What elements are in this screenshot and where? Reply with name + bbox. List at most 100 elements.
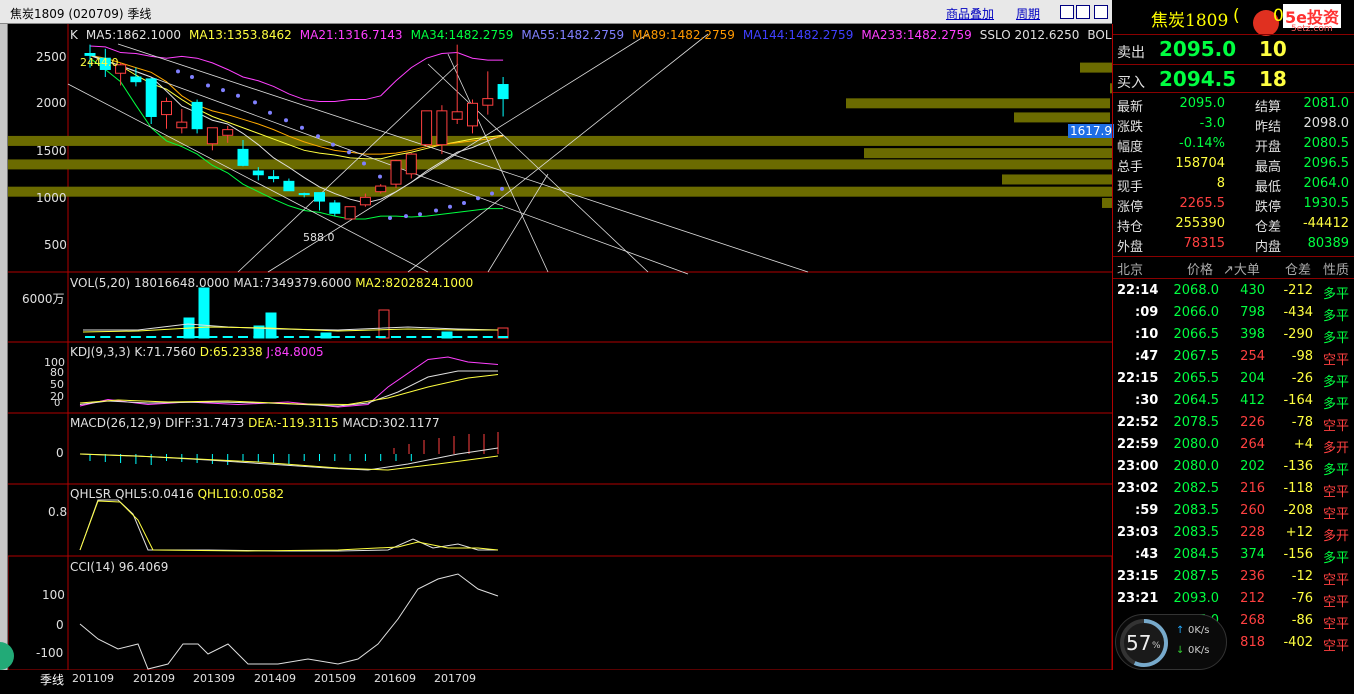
- tick-row[interactable]: :43 2084.5 374 -156 多平: [1113, 544, 1354, 566]
- divider: [1113, 256, 1354, 257]
- kdj-k: K:71.7560: [134, 345, 196, 359]
- download-speed: 0K/s: [1188, 645, 1210, 656]
- tick-volume: 798: [1240, 305, 1265, 320]
- candle-body: [467, 102, 478, 127]
- quote-value: 78315: [1183, 236, 1225, 251]
- buy-row: 买入 2094.5 18: [1113, 66, 1354, 94]
- cci-line: [79, 573, 499, 670]
- kdj-d-line: [79, 374, 499, 406]
- tick-type: 空平: [1322, 485, 1349, 500]
- volume-profile-bar: [1002, 174, 1112, 185]
- tick-row[interactable]: 22:59 2080.0 264 +4 多开: [1113, 434, 1354, 456]
- vol-axis-label: 6000万: [22, 292, 65, 306]
- tick-type: 空平: [1322, 639, 1349, 654]
- cci-axis-label: 100: [42, 588, 65, 602]
- tick-row[interactable]: 23:00 2080.0 202 -136 多平: [1113, 456, 1354, 478]
- tick-price: 2082.5: [1173, 481, 1220, 496]
- tick-price: 2066.5: [1173, 327, 1220, 342]
- tick-price: 2084.5: [1173, 547, 1220, 562]
- main-indicator-1: MA5:1862.1000: [85, 28, 182, 42]
- cci-value: 96.4069: [118, 560, 169, 574]
- period-label[interactable]: 季线: [40, 671, 64, 688]
- period-menu-link[interactable]: 周期: [1016, 5, 1040, 22]
- download-arrow-icon: ↓: [1176, 645, 1185, 656]
- yaxis-label: 1000: [36, 191, 67, 205]
- tick-row[interactable]: :10 2066.5 398 -290 多平: [1113, 324, 1354, 346]
- tick-row[interactable]: 22:14 2068.0 430 -212 多平: [1113, 280, 1354, 302]
- vol-ma1: MA1:7349379.6000: [233, 276, 352, 290]
- volume-profile-bar: [1080, 62, 1112, 73]
- tick-row[interactable]: 23:15 2087.5 236 -12 空平: [1113, 566, 1354, 588]
- tick-price: 2083.5: [1173, 503, 1220, 518]
- sar-dot: [268, 110, 272, 115]
- sar-dot: [190, 75, 194, 79]
- quote-value: 80389: [1307, 236, 1349, 251]
- tick-row[interactable]: 22:52 2078.5 226 -78 空平: [1113, 412, 1354, 434]
- tick-row[interactable]: :59 2083.5 260 -208 空平: [1113, 500, 1354, 522]
- candle-body: [451, 111, 463, 120]
- tick-list[interactable]: 22:14 2068.0 430 -212 多平:09 2066.0 798 -434 多平:1…: [1113, 280, 1354, 670]
- candle-body: [405, 153, 417, 175]
- tick-oi-change: +12: [1285, 525, 1313, 540]
- sar-dot: [331, 142, 335, 147]
- instrument-title: 焦炭1809: [1151, 11, 1229, 31]
- volume-bar-small: [207, 336, 218, 338]
- kdj-axis-label: 0: [54, 398, 61, 409]
- candle-body: [314, 192, 325, 202]
- left-toolbar[interactable]: [0, 24, 8, 670]
- tick-type: 空平: [1322, 507, 1349, 522]
- prev-button[interactable]: [1060, 5, 1074, 19]
- volume-profile-bar: [846, 98, 1110, 109]
- tick-row[interactable]: 23:03 2083.5 228 +12 多开: [1113, 522, 1354, 544]
- tick-row[interactable]: 23:21 2093.0 212 -76 空平: [1113, 588, 1354, 610]
- tick-volume: 818: [1240, 635, 1265, 650]
- sar-dot: [284, 118, 288, 123]
- tick-type: 多开: [1322, 441, 1349, 456]
- main-indicator-6: MA89:1482.2759: [632, 28, 735, 42]
- xaxis-label: 201409: [254, 672, 296, 685]
- tick-row[interactable]: 22:15 2065.5 204 -26 多平: [1113, 368, 1354, 390]
- divider: [1113, 92, 1354, 93]
- tick-oi-change: -434: [1283, 305, 1313, 320]
- tick-time: :09: [1135, 305, 1159, 320]
- quote-value: 255390: [1175, 216, 1225, 231]
- tick-row[interactable]: :30 2064.5 412 -164 多平: [1113, 390, 1354, 412]
- sell-price: 2095.0: [1159, 37, 1237, 61]
- tick-type: 多平: [1322, 375, 1349, 390]
- quote-value: 2064.0: [1303, 176, 1350, 191]
- macd-dea: DEA:-119.3115: [248, 416, 339, 430]
- volume-profile-bar: [8, 159, 1112, 170]
- tick-oi-change: -212: [1283, 283, 1313, 298]
- volume-bar: [265, 312, 277, 339]
- next-button[interactable]: [1076, 5, 1090, 19]
- tick-oi-change: -78: [1291, 415, 1313, 430]
- tick-time: 23:03: [1117, 525, 1159, 540]
- tick-oi-change: +4: [1293, 437, 1313, 452]
- volume-bar-small: [115, 336, 126, 338]
- tick-type: 多平: [1322, 551, 1349, 566]
- tick-volume: 254: [1240, 349, 1265, 364]
- trend-channel-line: [67, 83, 429, 273]
- instrument-code-open: (: [1233, 6, 1240, 26]
- volume-bar-small: [192, 336, 203, 338]
- tick-row[interactable]: 23:02 2082.5 216 -118 空平: [1113, 478, 1354, 500]
- tick-row[interactable]: :09 2066.0 798 -434 多平: [1113, 302, 1354, 324]
- tick-time: :30: [1135, 393, 1159, 408]
- cci-axis-label: -100: [36, 646, 64, 660]
- volume-bar-small: [360, 336, 371, 338]
- vol-value: 18016648.0000: [134, 276, 230, 290]
- volume-bar: [378, 309, 390, 339]
- candle-body: [283, 180, 295, 192]
- quote-value: -3.0: [1199, 116, 1225, 131]
- tick-price: 2066.0: [1173, 305, 1220, 320]
- sar-dot: [500, 186, 504, 191]
- maximize-button[interactable]: [1094, 5, 1108, 19]
- candle-body: [145, 78, 157, 117]
- tick-oi-change: -118: [1283, 481, 1313, 496]
- overlay-menu-link[interactable]: 商品叠加: [946, 5, 994, 22]
- tick-type: 多平: [1322, 463, 1349, 478]
- tick-row[interactable]: :47 2067.5 254 -98 空平: [1113, 346, 1354, 368]
- quote-row: 外盘 78315 内盘 80389: [1113, 234, 1354, 255]
- tick-type: 多平: [1322, 331, 1349, 346]
- tick-oi-change: -402: [1283, 635, 1313, 650]
